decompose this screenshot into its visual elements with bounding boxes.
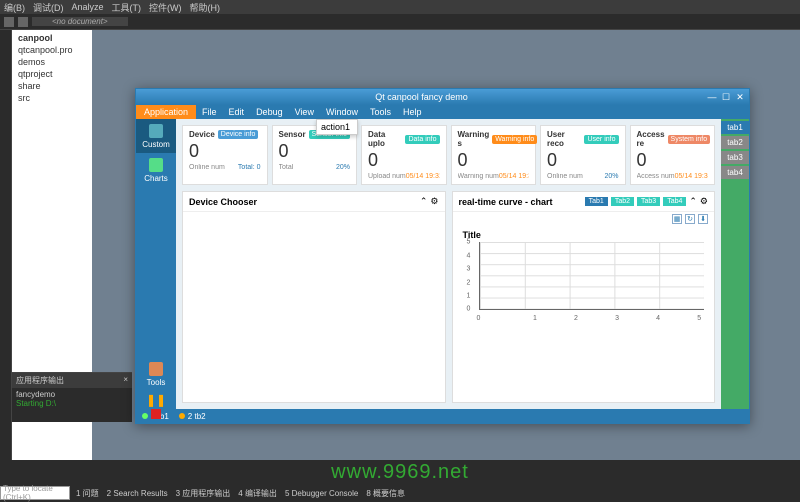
fancy-window: Qt canpool fancy demo — ☐ ✕ Application … [135, 88, 750, 424]
watermark: www.9969.net [331, 461, 469, 484]
sidenav-custom[interactable]: Custom [136, 119, 176, 153]
tools-icon [149, 362, 163, 376]
status-item[interactable]: 4 编译输出 [238, 488, 277, 499]
locate-input[interactable]: Type to locate (Ctrl+K) [0, 486, 70, 500]
menu-view[interactable]: View [289, 107, 320, 117]
fancy-statusbar: 1 tb1 2 tb2 [136, 409, 749, 423]
close-icon[interactable]: ✕ [735, 92, 745, 102]
menu-window[interactable]: Window [320, 107, 364, 117]
output-process: fancydemo [16, 390, 128, 399]
stat-card[interactable]: User recoUser info0Online num20% [540, 125, 626, 185]
chart-tab[interactable]: Tab2 [611, 197, 634, 206]
panel-title: real-time curve - chart [459, 197, 582, 207]
right-tab[interactable]: tab3 [721, 151, 749, 164]
status-dot-icon [179, 413, 185, 419]
menu-item[interactable]: 帮助(H) [190, 1, 221, 14]
charts-icon [149, 158, 163, 172]
custom-icon [149, 124, 163, 138]
menu-tools[interactable]: Tools [364, 107, 397, 117]
minimize-icon[interactable]: — [707, 92, 717, 102]
tree-item[interactable]: demos [14, 56, 90, 68]
fancy-menubar: Application File Edit Debug View Window … [136, 105, 749, 119]
ide-menubar: 编(B) 调试(D) Analyze 工具(T) 控件(W) 帮助(H) [0, 0, 800, 14]
file-menu-dropdown[interactable]: action1 [316, 119, 358, 135]
document-selector[interactable]: <no document> [32, 17, 128, 26]
output-tab[interactable]: 应用程序输出 [16, 375, 64, 386]
back-icon[interactable] [4, 17, 14, 27]
collapse-icon[interactable]: ⌃ [689, 196, 697, 207]
realtime-chart: 5 4 3 2 1 0 0 1 2 3 4 5 [463, 242, 705, 322]
menu-item[interactable]: 编(B) [4, 1, 25, 14]
refresh-icon[interactable]: ↻ [685, 214, 695, 224]
status-item[interactable]: 8 概要信息 [366, 488, 405, 499]
download-icon[interactable]: ⬇ [698, 214, 708, 224]
ide-toolbar: <no document> [0, 14, 800, 30]
right-tab[interactable]: tab2 [721, 136, 749, 149]
stat-card[interactable]: Access reSystem info0Access num05/14 19:… [630, 125, 716, 185]
ide-mode-bar[interactable] [0, 30, 12, 460]
maximize-icon[interactable]: ☐ [721, 92, 731, 102]
stat-card[interactable]: Data uploData info0Upload num05/14 19:31 [361, 125, 447, 185]
status-item[interactable]: 1 问题 [76, 488, 99, 499]
ide-statusbar: 1 问题 2 Search Results 3 应用程序输出 4 编译输出 5 … [72, 486, 800, 500]
status-item[interactable]: 5 Debugger Console [285, 489, 358, 498]
gear-icon[interactable]: ⚙ [430, 196, 438, 207]
chart-title: Title [463, 230, 705, 240]
chart-tab[interactable]: Tab4 [663, 197, 686, 206]
forward-icon[interactable] [18, 17, 28, 27]
tree-item[interactable]: qtproject [14, 68, 90, 80]
project-root[interactable]: canpool [18, 33, 53, 43]
device-chooser-panel: Device Chooser ⌃ ⚙ [182, 191, 446, 403]
chart-panel: real-time curve - chart Tab1 Tab2 Tab3 T… [452, 191, 716, 403]
sidenav-charts[interactable]: Charts [136, 153, 176, 187]
stats-cards-row: DeviceDevice info0Online numTotal: 0Sens… [182, 125, 715, 185]
right-tab-panel: tab1 tab2 tab3 tab4 [721, 119, 749, 409]
close-icon[interactable]: × [123, 375, 128, 386]
menu-help[interactable]: Help [397, 107, 428, 117]
panel-title: Device Chooser [189, 197, 417, 207]
stop-icon[interactable] [151, 409, 161, 419]
output-panel: 应用程序输出 × fancydemo Starting D:\ [12, 372, 132, 422]
chart-tab[interactable]: Tab3 [637, 197, 660, 206]
tree-item[interactable]: src [14, 92, 90, 104]
status-item[interactable]: 2 Search Results [107, 489, 168, 498]
fancy-sidenav: Custom Charts Tools ❚❚ [136, 119, 176, 409]
stat-card[interactable]: Warning sWarning info0Warning num05/14 1… [451, 125, 537, 185]
window-title: Qt canpool fancy demo [140, 92, 703, 102]
right-tab[interactable]: tab4 [721, 166, 749, 179]
menu-item[interactable]: Analyze [72, 2, 104, 12]
fancy-content: DeviceDevice info0Online numTotal: 0Sens… [176, 119, 721, 409]
output-line: Starting D:\ [16, 399, 128, 408]
stat-card[interactable]: DeviceDevice info0Online numTotal: 0 [182, 125, 268, 185]
menu-debug[interactable]: Debug [250, 107, 289, 117]
menu-item[interactable]: 控件(W) [149, 1, 182, 14]
status-item[interactable]: 3 应用程序输出 [176, 488, 231, 499]
fancy-titlebar[interactable]: Qt canpool fancy demo — ☐ ✕ [136, 89, 749, 105]
tree-item[interactable]: qtcanpool.pro [14, 44, 90, 56]
grid-icon[interactable]: ▦ [672, 214, 682, 224]
collapse-icon[interactable]: ⌃ [420, 196, 428, 207]
tree-item[interactable]: share [14, 80, 90, 92]
gear-icon[interactable]: ⚙ [700, 196, 708, 207]
pause-icon[interactable]: ❚❚ [146, 393, 166, 407]
sidenav-tools[interactable]: Tools [136, 357, 176, 391]
menu-file[interactable]: File [196, 107, 223, 117]
menu-item[interactable]: 调试(D) [33, 1, 64, 14]
menu-edit[interactable]: Edit [223, 107, 251, 117]
application-tab[interactable]: Application [136, 105, 196, 119]
menu-item[interactable]: 工具(T) [112, 1, 142, 14]
chart-tab[interactable]: Tab1 [585, 197, 608, 206]
right-tab[interactable]: tab1 [721, 121, 749, 134]
